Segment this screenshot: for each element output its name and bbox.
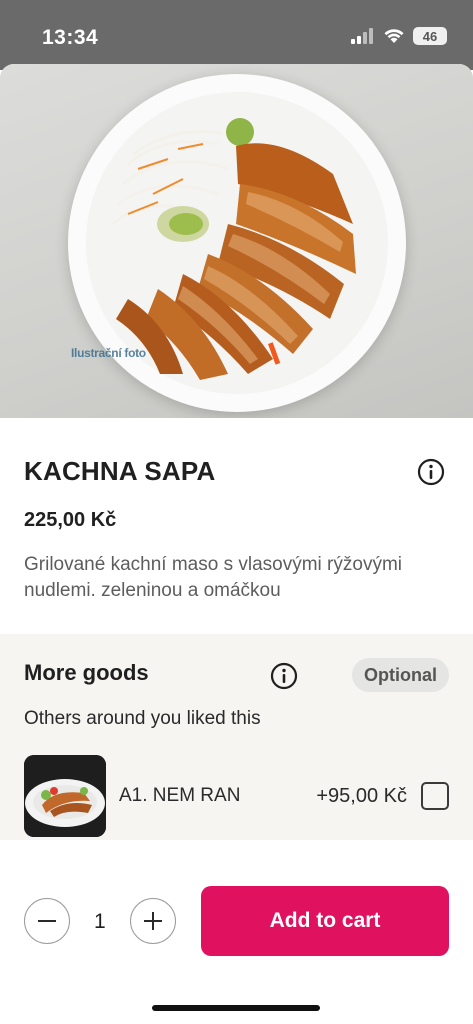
decrease-quantity-button[interactable] xyxy=(24,898,70,944)
status-time: 13:34 xyxy=(42,26,99,49)
status-bar: 13:34 46 xyxy=(0,0,473,70)
product-info: KACHNA SAPA 225,00 Kč Grilované kachní m… xyxy=(0,418,473,604)
addon-thumbnail xyxy=(24,755,106,837)
battery-icon: 46 xyxy=(413,27,447,45)
product-image: Ilustrační foto xyxy=(0,64,473,418)
more-goods-info-icon[interactable] xyxy=(270,662,298,690)
info-icon[interactable] xyxy=(417,458,445,486)
signal-icon xyxy=(351,28,373,44)
minus-icon xyxy=(38,920,56,922)
food-illustration xyxy=(112,118,356,380)
increase-quantity-button[interactable] xyxy=(130,898,176,944)
cart-bar: 1 Add to cart xyxy=(0,886,473,956)
product-price: 225,00 Kč xyxy=(24,509,117,531)
addon-checkbox[interactable] xyxy=(421,782,449,810)
product-title: KACHNA SAPA xyxy=(24,456,216,486)
addon-item-row[interactable]: A1. NEM RAN +95,00 Kč xyxy=(24,755,449,837)
home-indicator xyxy=(152,1005,320,1011)
addon-price: +95,00 Kč xyxy=(316,785,407,807)
illustration-watermark: Ilustrační foto xyxy=(71,346,146,360)
more-goods-title: More goods xyxy=(24,660,149,685)
product-sheet: Ilustrační foto KACHNA SAPA 225,00 Kč Gr… xyxy=(0,64,473,1024)
status-icons: 46 xyxy=(351,27,447,45)
more-goods-section: More goods Optional Others around you li… xyxy=(0,634,473,840)
addon-name: A1. NEM RAN xyxy=(119,785,241,806)
quantity-value: 1 xyxy=(94,910,106,933)
optional-badge: Optional xyxy=(352,658,449,692)
add-to-cart-button[interactable]: Add to cart xyxy=(201,886,449,956)
product-description: Grilované kachní maso s vlasovými rýžový… xyxy=(24,554,402,601)
plus-icon xyxy=(144,912,162,930)
wifi-icon xyxy=(384,29,404,43)
more-goods-subtitle: Others around you liked this xyxy=(24,708,261,729)
